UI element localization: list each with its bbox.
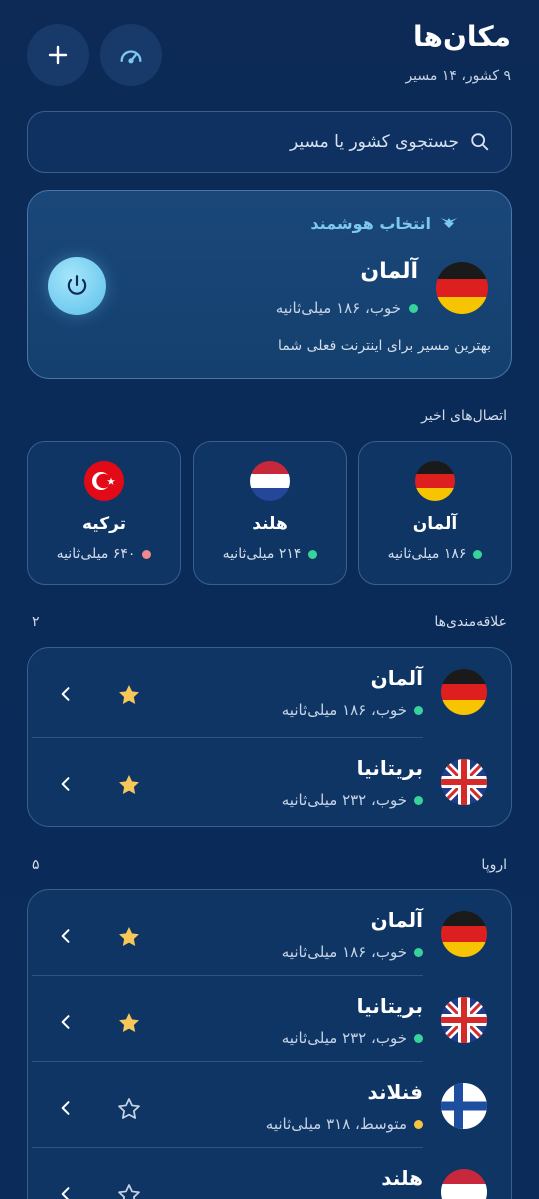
europe-count: ۵: [32, 857, 40, 873]
chevron-left-icon[interactable]: [56, 774, 76, 794]
recent-card-latency-text: ۱۸۶ میلی‌ثانیه: [387, 546, 467, 562]
list-item-status-text: خوب، ۲۳۲ میلی‌ثانیه: [281, 1029, 407, 1047]
star-outline-icon[interactable]: [116, 1182, 142, 1199]
recent-card-name: هلند: [252, 514, 288, 534]
smart-pick-status-text: خوب، ۱۸۶ میلی‌ثانیه: [275, 299, 401, 317]
recent-card-netherlands[interactable]: هلند ۲۱۴ میلی‌ثانیه: [193, 441, 347, 585]
list-item-britain[interactable]: بریتانیا خوب، ۲۳۲ میلی‌ثانیه: [28, 976, 511, 1062]
list-item-status: خوب، ۲۳۲ میلی‌ثانیه: [282, 1029, 423, 1047]
chevron-left-icon[interactable]: [56, 1012, 76, 1032]
turkey-flag-icon: [83, 460, 125, 502]
chevron-left-icon[interactable]: [56, 926, 76, 946]
list-item-britain[interactable]: بریتانیا خوب، ۲۳۲ میلی‌ثانیه: [28, 738, 511, 826]
page-subtitle: ۹ کشور، ۱۴ مسیر: [405, 68, 511, 84]
uk-flag-icon: [440, 758, 488, 806]
recent-card-latency-text: ۶۴۰ میلی‌ثانیه: [56, 546, 136, 562]
list-item-status-text: خوب، ۱۸۶ میلی‌ثانیه: [281, 701, 407, 719]
status-dot: [308, 549, 318, 559]
status-dot: [473, 549, 483, 559]
connect-power-button[interactable]: [48, 257, 106, 315]
smart-pick-card[interactable]: انتخاب هوشمند آلمان خوب، ۱۸۶ میلی‌ثانیه …: [27, 190, 512, 379]
speedometer-icon: [120, 50, 142, 64]
list-item-name: بریتانیا: [356, 994, 423, 1018]
status-dot: [414, 795, 423, 805]
list-item-status: خوب، ۱۸۶ میلی‌ثانیه: [282, 701, 423, 719]
recent-card-latency-text: ۲۱۴ میلی‌ثانیه: [222, 546, 302, 562]
recent-card-latency: ۲۱۴ میلی‌ثانیه: [223, 546, 318, 562]
list-item-name: بریتانیا: [356, 756, 423, 780]
list-item-status: خوب، ۱۸۶ میلی‌ثانیه: [282, 943, 423, 961]
list-item-status-text: خوب، ۱۸۶ میلی‌ثانیه: [281, 943, 407, 961]
list-item-status: متوسط، ۳۱۸ میلی‌ثانیه: [266, 1115, 423, 1133]
smart-pick-status: خوب، ۱۸۶ میلی‌ثانیه: [276, 299, 418, 317]
chevron-left-icon[interactable]: [56, 684, 76, 704]
power-icon: [67, 275, 87, 295]
smart-pick-heading: انتخاب هوشمند: [310, 213, 459, 233]
star-filled-icon[interactable]: [116, 772, 142, 798]
germany-flag-icon: [440, 910, 488, 958]
speed-test-button[interactable]: [100, 24, 162, 86]
list-item-name: آلمان: [370, 666, 423, 690]
finland-flag-icon: [440, 1082, 488, 1130]
page-title: مکان‌ها: [413, 20, 511, 53]
status-dot: [142, 549, 152, 559]
list-item-status-text: متوسط، ۳۱۸ میلی‌ثانیه: [265, 1115, 407, 1133]
favorites-list: آلمان خوب، ۱۸۶ میلی‌ثانیه بریتانیا: [27, 647, 512, 827]
favorites-section-label: علاقه‌مندی‌ها: [434, 614, 507, 630]
plus-icon: [48, 45, 68, 65]
list-item-status: خوب، ۲۳۲ میلی‌ثانیه: [282, 791, 423, 809]
recent-card-latency: ۶۴۰ میلی‌ثانیه: [57, 546, 152, 562]
smart-bird-icon: [440, 218, 458, 228]
recent-card-name: ترکیه: [81, 514, 127, 534]
recent-card-germany[interactable]: آلمان ۱۸۶ میلی‌ثانیه: [358, 441, 512, 585]
chevron-left-icon[interactable]: [56, 1184, 76, 1199]
smart-pick-heading-label: انتخاب هوشمند: [310, 213, 431, 233]
star-filled-icon[interactable]: [116, 682, 142, 708]
recent-section-label: اتصال‌های اخیر: [421, 408, 507, 424]
list-item-status-text: خوب، ۲۳۲ میلی‌ثانیه: [281, 791, 407, 809]
star-filled-icon[interactable]: [116, 924, 142, 950]
smart-pick-country: آلمان: [360, 259, 418, 284]
status-dot: [414, 947, 423, 957]
status-dot: [414, 1119, 423, 1129]
list-item-germany[interactable]: آلمان خوب، ۱۸۶ میلی‌ثانیه: [28, 890, 511, 976]
status-dot: [409, 303, 418, 313]
star-outline-icon[interactable]: [116, 1096, 142, 1122]
list-item-name: فنلاند: [367, 1080, 423, 1104]
list-item-germany[interactable]: آلمان خوب، ۱۸۶ میلی‌ثانیه: [28, 648, 511, 738]
list-item-name: آلمان: [370, 908, 423, 932]
status-dot: [414, 705, 423, 715]
status-dot: [414, 1033, 423, 1043]
list-item-name: هلند: [381, 1166, 423, 1190]
germany-flag-icon: [440, 668, 488, 716]
list-item-netherlands[interactable]: هلند: [28, 1148, 511, 1199]
uk-flag-icon: [440, 996, 488, 1044]
search-input[interactable]: [79, 132, 459, 152]
smart-pick-note: بهترین مسیر برای اینترنت فعلی شما: [278, 338, 491, 354]
europe-list: آلمان خوب، ۱۸۶ میلی‌ثانیه بریتانیا: [27, 889, 512, 1199]
europe-section-label: اروپا: [481, 857, 507, 873]
chevron-left-icon[interactable]: [56, 1098, 76, 1118]
germany-flag-icon: [414, 460, 456, 502]
add-location-button[interactable]: [27, 24, 89, 86]
recent-card-turkey[interactable]: ترکیه ۶۴۰ میلی‌ثانیه: [27, 441, 181, 585]
recent-card-latency: ۱۸۶ میلی‌ثانیه: [388, 546, 483, 562]
netherlands-flag-icon: [440, 1168, 488, 1199]
search-bar[interactable]: [27, 111, 512, 173]
recent-card-name: آلمان: [412, 514, 458, 534]
germany-flag-icon: [435, 261, 489, 315]
favorites-count: ۲: [32, 614, 40, 630]
star-filled-icon[interactable]: [116, 1010, 142, 1036]
list-item-finland[interactable]: فنلاند متوسط، ۳۱۸ میلی‌ثانیه: [28, 1062, 511, 1148]
search-icon: [471, 133, 489, 151]
netherlands-flag-icon: [249, 460, 291, 502]
